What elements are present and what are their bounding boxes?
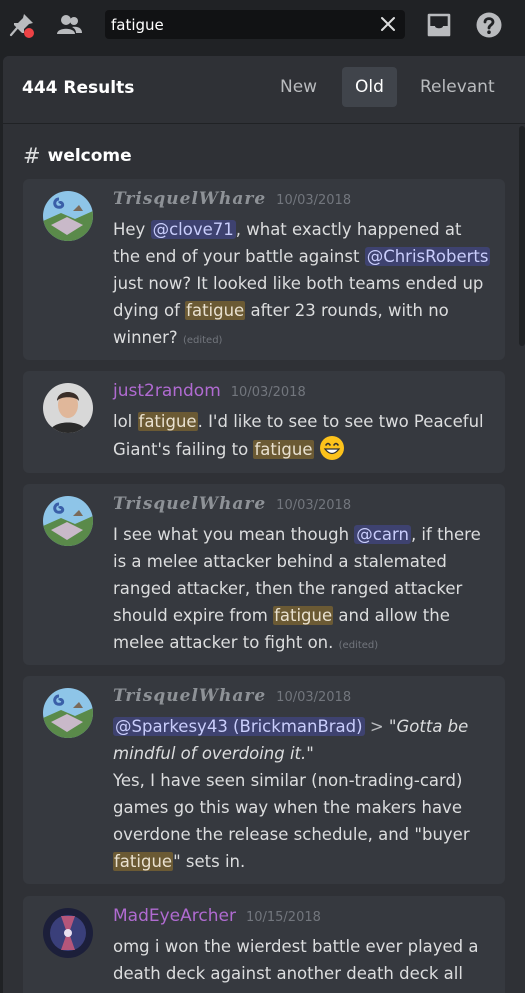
timestamp: 10/03/2018 <box>276 498 352 513</box>
inbox-icon[interactable] <box>423 9 455 41</box>
members-icon[interactable] <box>53 9 85 41</box>
search-input[interactable] <box>111 10 371 39</box>
search-highlight: fatigue <box>253 440 314 459</box>
author-name[interactable]: TrisquelWhare <box>113 494 266 514</box>
search-result-message[interactable]: MadEyeArcher 10/15/2018 omg i won the wi… <box>23 896 505 993</box>
top-bar <box>0 0 525 50</box>
message-content: omg i won the wierdest battle ever playe… <box>113 933 491 987</box>
results-count: 444 Results <box>22 78 135 98</box>
help-icon[interactable] <box>473 9 505 41</box>
author-name[interactable]: TrisquelWhare <box>113 189 266 209</box>
search-highlight: fatigue <box>113 852 174 871</box>
channel-hash-icon: # <box>23 144 41 168</box>
text: > <box>364 717 389 736</box>
text: " sets in. <box>173 852 246 871</box>
author-name[interactable]: TrisquelWhare <box>113 686 266 706</box>
timestamp: 10/03/2018 <box>276 690 352 705</box>
avatar[interactable] <box>43 688 93 738</box>
search-result-message[interactable]: TrisquelWhare 10/03/2018 Hey @clove71, w… <box>23 179 505 360</box>
avatar[interactable] <box>43 191 93 241</box>
avatar[interactable] <box>43 908 93 958</box>
tab-relevant[interactable]: Relevant <box>407 67 508 107</box>
tab-old[interactable]: Old <box>342 67 397 107</box>
message-content: lol fatigue. I'd like to see to see two … <box>113 408 491 463</box>
timestamp: 10/03/2018 <box>276 193 352 208</box>
search-result-message[interactable]: TrisquelWhare 10/03/2018 @Sparkesy43 (Br… <box>23 676 505 884</box>
message-header: MadEyeArcher 10/15/2018 <box>113 906 321 926</box>
text: Hey <box>113 220 151 239</box>
text: I see what you mean though <box>113 525 355 544</box>
text: lol <box>113 412 138 431</box>
search-results-panel: 444 Results New Old Relevant # welcome T… <box>3 56 525 993</box>
channel-name: welcome <box>47 146 132 166</box>
author-name[interactable]: MadEyeArcher <box>113 906 236 926</box>
user-mention[interactable]: @carn <box>354 525 411 544</box>
message-header: TrisquelWhare 10/03/2018 <box>113 494 351 514</box>
message-header: TrisquelWhare 10/03/2018 <box>113 189 351 209</box>
search-highlight: fatigue <box>185 301 246 320</box>
avatar[interactable] <box>43 496 93 546</box>
message-content: I see what you mean though @carn, if the… <box>113 521 491 659</box>
user-mention[interactable]: @clove71 <box>150 220 236 239</box>
results-header: 444 Results New Old Relevant <box>3 56 525 124</box>
avatar[interactable] <box>43 383 93 433</box>
timestamp: 10/03/2018 <box>230 385 306 400</box>
timestamp: 10/15/2018 <box>245 910 321 925</box>
search-result-message[interactable]: just2random 10/03/2018 lol fatigue. I'd … <box>23 371 505 473</box>
tab-new[interactable]: New <box>267 67 330 107</box>
author-name[interactable]: just2random <box>113 381 221 401</box>
message-header: TrisquelWhare 10/03/2018 <box>113 686 351 706</box>
text: Yes, I have seen similar (non-trading-ca… <box>113 771 470 844</box>
edited-label: (edited) <box>182 335 223 346</box>
message-content: Hey @clove71, what exactly happened at t… <box>113 216 491 354</box>
search-highlight: fatigue <box>137 412 198 431</box>
text: omg i won the wierdest battle ever playe… <box>113 937 479 983</box>
clear-icon[interactable] <box>379 15 397 33</box>
message-header: just2random 10/03/2018 <box>113 381 306 401</box>
channel-header[interactable]: # welcome <box>23 144 132 168</box>
user-mention[interactable]: @ChrisRoberts <box>364 247 491 266</box>
search-bar <box>105 10 405 39</box>
message-content: @Sparkesy43 (BrickmanBrad) > "Gotta be m… <box>113 713 491 875</box>
search-highlight: fatigue <box>273 606 334 625</box>
edited-label: (edited) <box>338 640 379 651</box>
grinning-emoji-icon <box>319 435 345 461</box>
user-mention[interactable]: @Sparkesy43 (BrickmanBrad) <box>113 717 365 736</box>
search-result-message[interactable]: TrisquelWhare 10/03/2018 I see what you … <box>23 484 505 665</box>
scrollbar[interactable] <box>519 126 525 346</box>
pin-icon[interactable] <box>6 9 38 41</box>
